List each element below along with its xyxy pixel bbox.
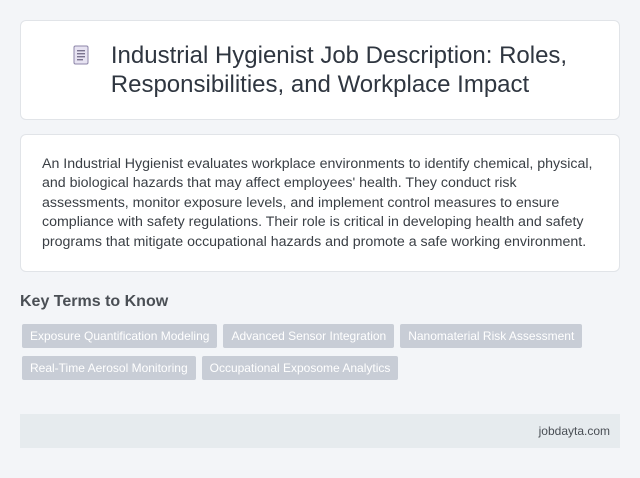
title-card: Industrial Hygienist Job Description: Ro… <box>20 20 620 120</box>
key-term-tag[interactable]: Occupational Exposome Analytics <box>201 356 399 380</box>
footer-site-link[interactable]: jobdayta.com <box>539 424 610 438</box>
key-term-tag[interactable]: Advanced Sensor Integration <box>223 324 395 348</box>
key-terms-list: Exposure Quantification Modeling Advance… <box>22 324 602 380</box>
page-title-block: Industrial Hygienist Job Description: Ro… <box>45 41 595 99</box>
page-title: Industrial Hygienist Job Description: Ro… <box>110 42 568 98</box>
description-card: An Industrial Hygienist evaluates workpl… <box>20 134 620 272</box>
footer: jobdayta.com <box>20 414 620 448</box>
key-term-tag[interactable]: Exposure Quantification Modeling <box>22 324 218 348</box>
key-term-tag[interactable]: Nanomaterial Risk Assessment <box>400 324 583 348</box>
job-description: An Industrial Hygienist evaluates workpl… <box>42 156 593 250</box>
document-icon <box>73 45 89 65</box>
key-terms-heading: Key Terms to Know <box>20 293 169 310</box>
key-term-tag[interactable]: Real-Time Aerosol Monitoring <box>22 356 196 380</box>
page: Industrial Hygienist Job Description: Ro… <box>0 0 640 478</box>
